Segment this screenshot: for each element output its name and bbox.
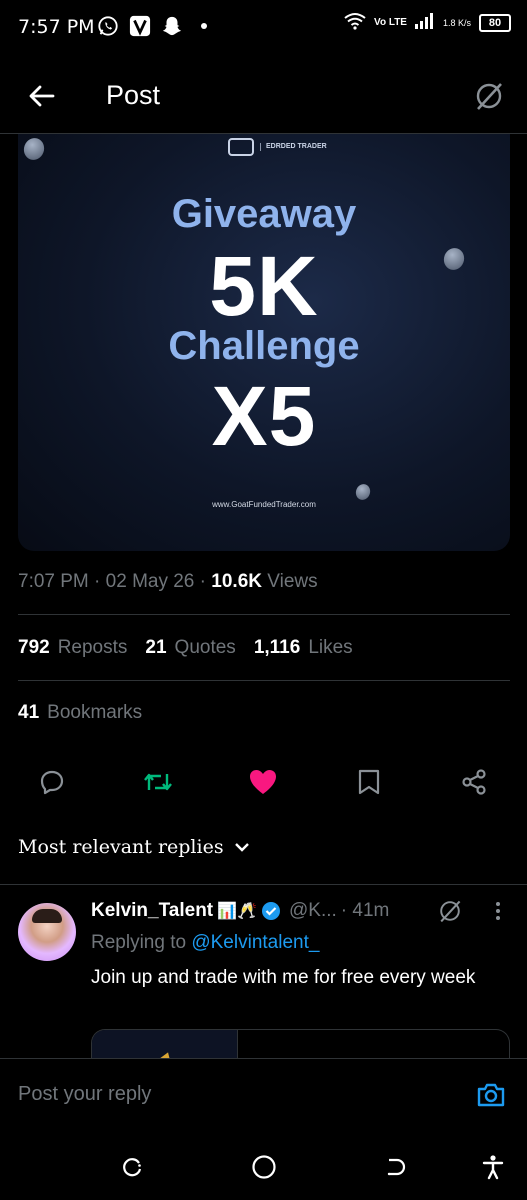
bookmarks-label: Bookmarks <box>47 702 143 723</box>
bookmarks-stat[interactable]: 41 Bookmarks <box>18 702 142 724</box>
views-label[interactable]: Views <box>267 571 317 592</box>
media-headline-1: Giveaway <box>171 192 357 236</box>
brand-logo-mark <box>228 138 254 156</box>
brand-logo-text: EDRDED TRADER <box>260 143 327 151</box>
home-circle-icon <box>252 1155 276 1179</box>
network-type: Vo LTE <box>374 16 407 28</box>
system-navigation-bar <box>0 1132 527 1200</box>
reply-author-emoji: 📊🥂 <box>217 903 257 920</box>
divider <box>18 680 510 681</box>
bookmark-button[interactable] <box>349 762 389 802</box>
reply-icon <box>40 770 64 795</box>
reply-input[interactable]: Post your reply <box>18 1083 151 1106</box>
likes-stat[interactable]: 1,116 Likes <box>254 637 353 659</box>
reposts-stat[interactable]: 792 Reposts <box>18 637 127 659</box>
quotes-label: Quotes <box>174 637 236 658</box>
status-right: Vo LTE 1.8 K/s 80 <box>344 12 511 33</box>
home-button[interactable] <box>249 1152 279 1182</box>
accessibility-icon <box>482 1155 504 1180</box>
more-vertical-icon <box>496 902 500 920</box>
reposts-count: 792 <box>18 637 50 658</box>
back-nav-button[interactable] <box>381 1152 411 1182</box>
reply-text: Join up and trade with me for free every… <box>91 967 476 988</box>
signal-icon <box>414 13 435 32</box>
notification-icons <box>96 14 216 38</box>
back-arrow-icon <box>29 85 55 107</box>
media-headline-4: X5 <box>211 369 317 463</box>
likes-label: Likes <box>308 637 353 658</box>
reply-button[interactable] <box>32 762 72 802</box>
top-app-bar: Post <box>0 56 527 134</box>
reply-header: Kelvin_Talent 📊🥂 @K... · 41m <box>91 900 389 922</box>
more-notifications-dot-icon <box>192 14 216 38</box>
verified-badge-icon <box>261 902 280 920</box>
grok-icon <box>440 900 461 923</box>
bookmarks-count: 41 <box>18 702 40 723</box>
quotes-stat[interactable]: 21 Quotes <box>145 637 235 659</box>
reply-grok-button[interactable] <box>436 897 464 925</box>
chevron-down-icon <box>234 843 249 852</box>
replying-to: Replying to @Kelvintalent_ <box>91 932 319 954</box>
reply-time: · 41m <box>340 900 390 921</box>
wifi-icon <box>344 12 366 33</box>
likes-count: 1,116 <box>253 637 301 658</box>
repost-button[interactable] <box>138 762 178 802</box>
heart-filled-icon <box>250 770 276 794</box>
replies-sort-dropdown[interactable]: Most relevant replies <box>18 836 250 858</box>
media-headline-2: 5K <box>209 239 319 333</box>
grok-icon <box>476 83 502 110</box>
share-button[interactable] <box>454 762 494 802</box>
post-date: 02 May 26 <box>105 571 195 592</box>
quotes-count: 21 <box>145 637 167 658</box>
divider <box>18 614 510 615</box>
camera-icon <box>477 1083 505 1107</box>
post-time: 7:07 PM <box>18 571 89 592</box>
back-nav-icon <box>387 1158 406 1176</box>
post-stats: 792 Reposts 21 Quotes 1,116 Likes <box>18 637 353 659</box>
share-icon <box>462 769 486 795</box>
replying-prefix: Replying to <box>91 932 187 953</box>
post-actions <box>0 762 527 802</box>
coin-decoration <box>20 135 48 163</box>
views-count: 10.6K <box>211 571 262 592</box>
reply-item[interactable]: Kelvin_Talent 📊🥂 @K... · 41m Replying to… <box>0 884 527 1069</box>
media-url: www.GoatFundedTrader.com <box>212 500 316 509</box>
replying-to-handle[interactable]: @Kelvintalent_ <box>191 932 319 953</box>
reply-more-button[interactable] <box>486 897 510 925</box>
reposts-label: Reposts <box>57 637 128 658</box>
v-app-icon <box>128 14 152 38</box>
grok-button[interactable] <box>469 76 509 116</box>
reply-author-name[interactable]: Kelvin_Talent <box>91 900 213 922</box>
avatar-hair <box>32 909 62 923</box>
whatsapp-icon <box>96 14 120 38</box>
repost-icon <box>144 773 172 791</box>
snapchat-icon <box>160 14 184 38</box>
post-metadata: 7:07 PM · 02 May 26 · 10.6K Views <box>18 571 318 593</box>
meta-separator: · <box>199 571 212 592</box>
camera-button[interactable] <box>475 1079 507 1111</box>
brand-logo: EDRDED TRADER <box>228 138 327 156</box>
page-title: Post <box>106 80 161 110</box>
accessibility-button[interactable] <box>478 1152 508 1182</box>
battery-icon: 80 <box>479 13 511 32</box>
status-bar: 7:57 PM Vo LTE 1.8 K/s 80 <box>0 0 527 56</box>
post-image[interactable]: EDRDED TRADER Giveaway 5K Challenge X5 w… <box>18 134 510 551</box>
meta-separator: · <box>94 571 106 592</box>
recents-button[interactable] <box>117 1152 147 1182</box>
reply-author-handle[interactable]: @K... <box>289 900 337 922</box>
bookmark-icon <box>358 769 380 795</box>
status-time: 7:57 PM <box>18 16 95 38</box>
coin-decoration <box>353 482 373 502</box>
media-headline-3: Challenge <box>168 324 360 368</box>
like-button[interactable] <box>243 762 283 802</box>
reply-composer: Post your reply <box>0 1058 527 1132</box>
network-speed: 1.8 K/s <box>442 17 471 28</box>
avatar[interactable] <box>18 903 76 961</box>
back-button[interactable] <box>22 76 62 116</box>
recents-icon <box>123 1158 142 1177</box>
replies-sort-label: Most relevant replies <box>18 836 224 858</box>
